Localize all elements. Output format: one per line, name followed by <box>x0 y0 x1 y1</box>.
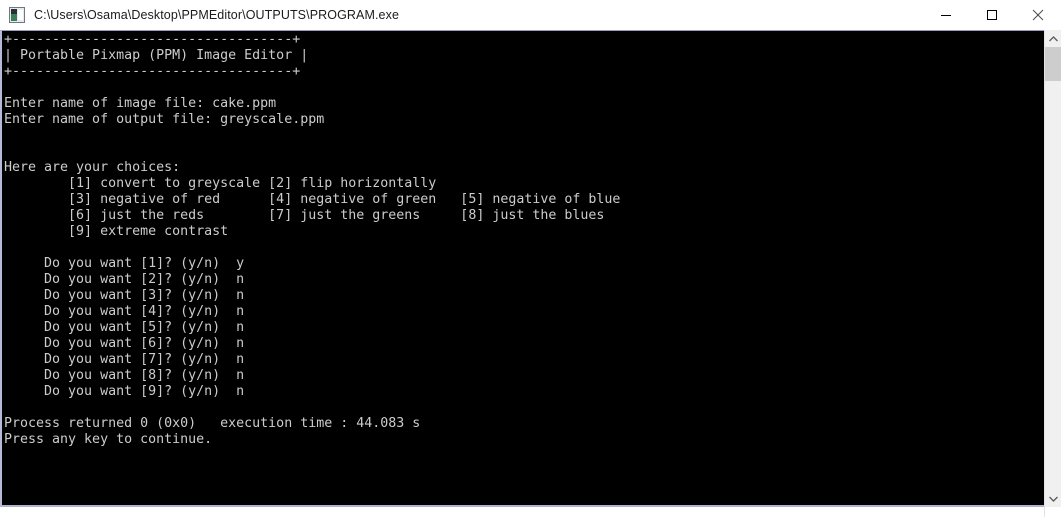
scrollbar-track[interactable] <box>1045 81 1061 490</box>
console-window: C:\Users\Osama\Desktop\PPMEditor\OUTPUTS… <box>0 0 1061 517</box>
app-icon-header-block <box>11 9 17 14</box>
console-output-area[interactable]: +-----------------------------------+ | … <box>0 30 1044 507</box>
title-bar[interactable]: C:\Users\Osama\Desktop\PPMEditor\OUTPUTS… <box>0 0 1061 31</box>
window-controls <box>923 0 1061 30</box>
console-frame: +-----------------------------------+ | … <box>0 30 1061 517</box>
minimize-button[interactable] <box>923 0 969 30</box>
scrollbar-corner <box>1045 507 1061 517</box>
scrollbar-thumb[interactable] <box>1045 47 1061 81</box>
close-icon <box>1032 9 1044 21</box>
scroll-down-button[interactable] <box>1045 490 1061 507</box>
close-button[interactable] <box>1015 0 1061 30</box>
scroll-up-icon <box>1048 35 1058 41</box>
vertical-scrollbar[interactable] <box>1044 30 1061 517</box>
scroll-up-button[interactable] <box>1045 30 1061 47</box>
console-text: +-----------------------------------+ | … <box>4 32 621 447</box>
minimize-icon <box>941 15 951 16</box>
maximize-button[interactable] <box>969 0 1015 30</box>
console-app-icon <box>9 7 25 23</box>
scroll-down-icon <box>1048 496 1058 502</box>
app-icon-light-block <box>18 10 23 20</box>
window-title: C:\Users\Osama\Desktop\PPMEditor\OUTPUTS… <box>34 8 400 22</box>
maximize-icon <box>987 10 997 20</box>
